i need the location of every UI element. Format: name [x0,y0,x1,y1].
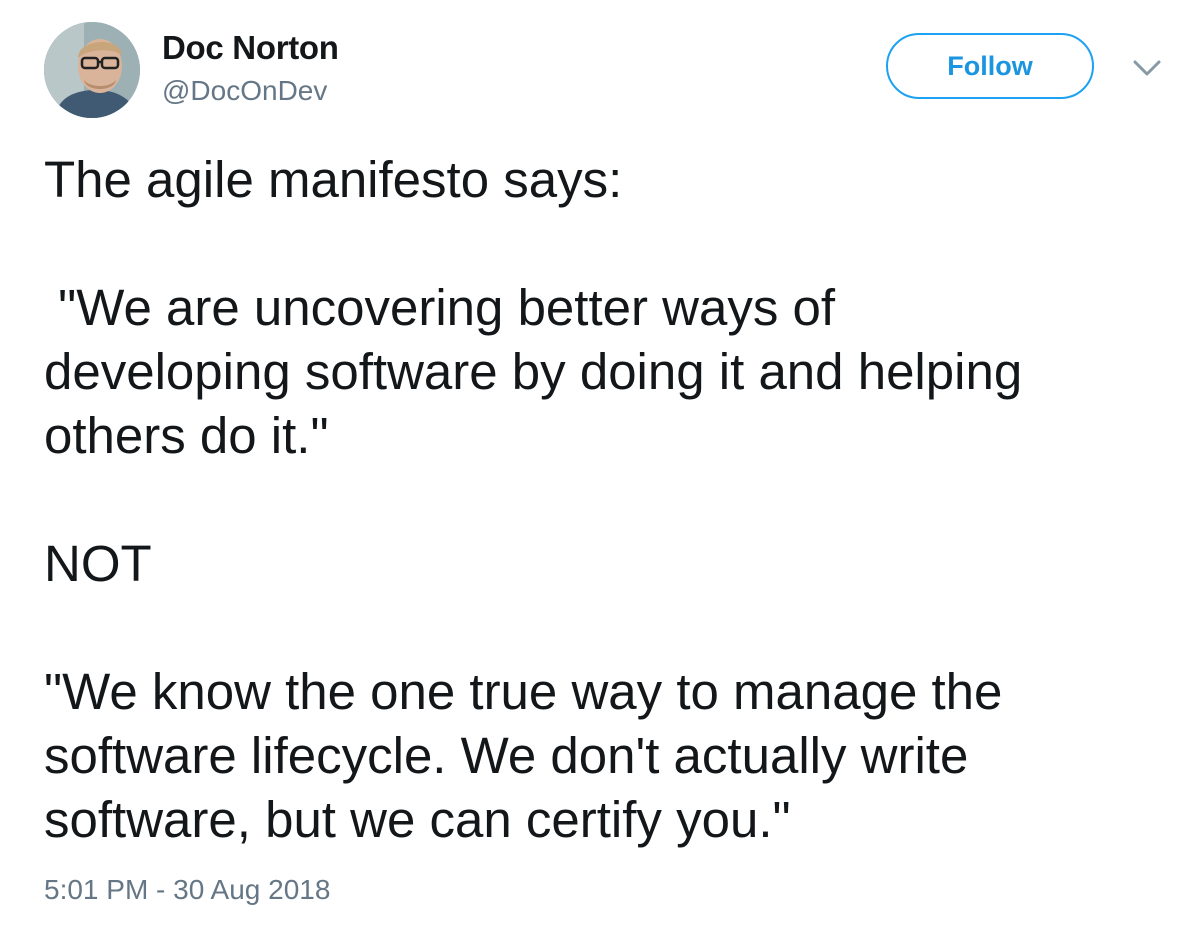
tweet-line: software lifecycle. We don't actually wr… [44,727,969,784]
tweet-line: software, but we can certify you." [44,791,791,848]
user-handle[interactable]: @DocOnDev [162,74,327,108]
avatar[interactable] [44,22,140,118]
tweet-line-break [44,596,1154,660]
tweet-line: "We are uncovering better ways of [44,279,836,336]
tweet-line: developing software by doing it and help… [44,343,1023,400]
tweet-line: "We know the one true way to manage the [44,663,1003,720]
chevron-down-icon[interactable] [1130,56,1164,80]
display-name[interactable]: Doc Norton [162,28,339,68]
tweet-timestamp[interactable]: 5:01 PM - 30 Aug 2018 [44,872,330,908]
tweet-line-break [44,212,1154,276]
tweet-line: The agile manifesto says: [44,151,623,208]
tweet-line: others do it." [44,407,329,464]
follow-button[interactable]: Follow [886,33,1094,99]
tweet-text: The agile manifesto says: "We are uncove… [44,148,1154,852]
tweet-line-break [44,468,1154,532]
tweet-line: NOT [44,535,152,592]
